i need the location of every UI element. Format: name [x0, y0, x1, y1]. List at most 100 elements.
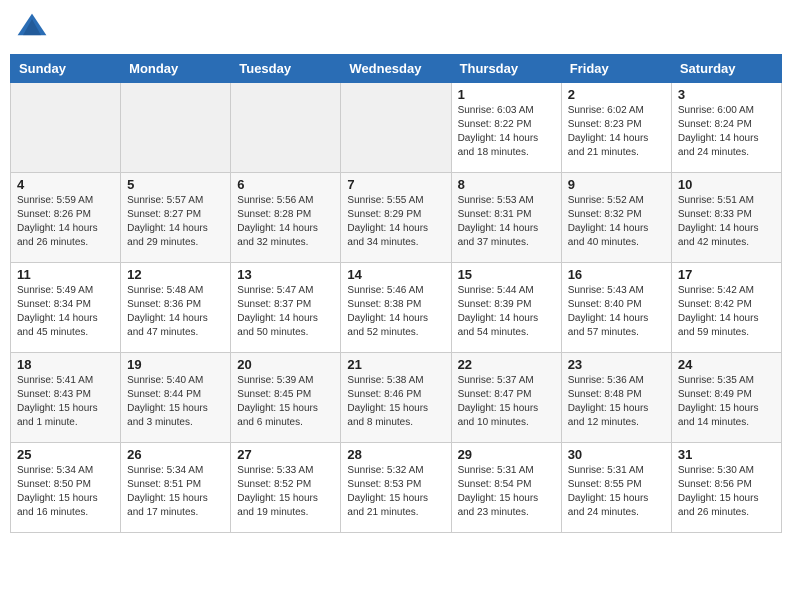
day-info: Sunrise: 5:35 AM Sunset: 8:49 PM Dayligh…	[678, 374, 775, 430]
weekday-header-monday: Monday	[121, 55, 231, 83]
day-number: 5	[127, 177, 224, 192]
day-info: Sunrise: 5:39 AM Sunset: 8:45 PM Dayligh…	[237, 374, 334, 430]
day-number: 15	[458, 267, 555, 282]
day-number: 26	[127, 447, 224, 462]
day-number: 9	[568, 177, 665, 192]
day-number: 11	[17, 267, 114, 282]
day-info: Sunrise: 5:32 AM Sunset: 8:53 PM Dayligh…	[347, 464, 444, 520]
day-info: Sunrise: 5:31 AM Sunset: 8:55 PM Dayligh…	[568, 464, 665, 520]
day-info: Sunrise: 5:51 AM Sunset: 8:33 PM Dayligh…	[678, 194, 775, 250]
day-info: Sunrise: 5:41 AM Sunset: 8:43 PM Dayligh…	[17, 374, 114, 430]
day-number: 1	[458, 87, 555, 102]
weekday-header-sunday: Sunday	[11, 55, 121, 83]
day-info: Sunrise: 5:49 AM Sunset: 8:34 PM Dayligh…	[17, 284, 114, 340]
calendar-cell	[231, 83, 341, 173]
calendar-cell: 11 Sunrise: 5:49 AM Sunset: 8:34 PM Dayli…	[11, 263, 121, 353]
calendar-cell: 13 Sunrise: 5:47 AM Sunset: 8:37 PM Dayli…	[231, 263, 341, 353]
logo	[14, 10, 54, 46]
weekday-header-wednesday: Wednesday	[341, 55, 451, 83]
calendar-cell: 18 Sunrise: 5:41 AM Sunset: 8:43 PM Dayli…	[11, 353, 121, 443]
weekday-header-friday: Friday	[561, 55, 671, 83]
weekday-header-thursday: Thursday	[451, 55, 561, 83]
calendar-cell: 30 Sunrise: 5:31 AM Sunset: 8:55 PM Dayli…	[561, 443, 671, 533]
day-number: 24	[678, 357, 775, 372]
day-info: Sunrise: 5:34 AM Sunset: 8:50 PM Dayligh…	[17, 464, 114, 520]
day-number: 30	[568, 447, 665, 462]
day-number: 8	[458, 177, 555, 192]
day-number: 28	[347, 447, 444, 462]
day-info: Sunrise: 5:33 AM Sunset: 8:52 PM Dayligh…	[237, 464, 334, 520]
calendar-cell: 7 Sunrise: 5:55 AM Sunset: 8:29 PM Daylig…	[341, 173, 451, 263]
calendar-cell: 5 Sunrise: 5:57 AM Sunset: 8:27 PM Daylig…	[121, 173, 231, 263]
day-info: Sunrise: 6:02 AM Sunset: 8:23 PM Dayligh…	[568, 104, 665, 160]
calendar-cell: 16 Sunrise: 5:43 AM Sunset: 8:40 PM Dayli…	[561, 263, 671, 353]
day-info: Sunrise: 5:40 AM Sunset: 8:44 PM Dayligh…	[127, 374, 224, 430]
day-info: Sunrise: 5:48 AM Sunset: 8:36 PM Dayligh…	[127, 284, 224, 340]
day-info: Sunrise: 5:53 AM Sunset: 8:31 PM Dayligh…	[458, 194, 555, 250]
day-info: Sunrise: 5:43 AM Sunset: 8:40 PM Dayligh…	[568, 284, 665, 340]
calendar-cell: 23 Sunrise: 5:36 AM Sunset: 8:48 PM Dayli…	[561, 353, 671, 443]
day-info: Sunrise: 5:36 AM Sunset: 8:48 PM Dayligh…	[568, 374, 665, 430]
day-number: 23	[568, 357, 665, 372]
day-info: Sunrise: 5:47 AM Sunset: 8:37 PM Dayligh…	[237, 284, 334, 340]
day-info: Sunrise: 5:55 AM Sunset: 8:29 PM Dayligh…	[347, 194, 444, 250]
calendar-table: SundayMondayTuesdayWednesdayThursdayFrid…	[10, 54, 782, 533]
logo-icon	[14, 10, 50, 46]
weekday-header-saturday: Saturday	[671, 55, 781, 83]
day-info: Sunrise: 6:00 AM Sunset: 8:24 PM Dayligh…	[678, 104, 775, 160]
weekday-header-tuesday: Tuesday	[231, 55, 341, 83]
calendar-cell: 3 Sunrise: 6:00 AM Sunset: 8:24 PM Daylig…	[671, 83, 781, 173]
calendar-cell: 22 Sunrise: 5:37 AM Sunset: 8:47 PM Dayli…	[451, 353, 561, 443]
calendar-cell: 29Sunrise: 5:31 AM Sunset: 8:54 PM Dayli…	[451, 443, 561, 533]
day-number: 31	[678, 447, 775, 462]
calendar-header: SundayMondayTuesdayWednesdayThursdayFrid…	[11, 55, 782, 83]
calendar-cell: 15 Sunrise: 5:44 AM Sunset: 8:39 PM Dayli…	[451, 263, 561, 353]
calendar-week-4: 18 Sunrise: 5:41 AM Sunset: 8:43 PM Dayli…	[11, 353, 782, 443]
calendar-cell	[121, 83, 231, 173]
day-number: 21	[347, 357, 444, 372]
day-info: Sunrise: 5:42 AM Sunset: 8:42 PM Dayligh…	[678, 284, 775, 340]
day-info: Sunrise: 5:44 AM Sunset: 8:39 PM Dayligh…	[458, 284, 555, 340]
calendar-week-3: 11 Sunrise: 5:49 AM Sunset: 8:34 PM Dayli…	[11, 263, 782, 353]
calendar-cell: 1 Sunrise: 6:03 AM Sunset: 8:22 PM Daylig…	[451, 83, 561, 173]
day-number: 22	[458, 357, 555, 372]
calendar-cell	[11, 83, 121, 173]
day-info: Sunrise: 5:37 AM Sunset: 8:47 PM Dayligh…	[458, 374, 555, 430]
day-info: Sunrise: 5:57 AM Sunset: 8:27 PM Dayligh…	[127, 194, 224, 250]
day-number: 3	[678, 87, 775, 102]
calendar-cell: 8 Sunrise: 5:53 AM Sunset: 8:31 PM Daylig…	[451, 173, 561, 263]
day-number: 7	[347, 177, 444, 192]
day-number: 10	[678, 177, 775, 192]
calendar-week-2: 4Sunrise: 5:59 AM Sunset: 8:26 PM Daylig…	[11, 173, 782, 263]
day-info: Sunrise: 5:34 AM Sunset: 8:51 PM Dayligh…	[127, 464, 224, 520]
calendar-cell: 9 Sunrise: 5:52 AM Sunset: 8:32 PM Daylig…	[561, 173, 671, 263]
calendar-cell: 28 Sunrise: 5:32 AM Sunset: 8:53 PM Dayli…	[341, 443, 451, 533]
calendar-cell: 17Sunrise: 5:42 AM Sunset: 8:42 PM Dayli…	[671, 263, 781, 353]
calendar-cell: 27 Sunrise: 5:33 AM Sunset: 8:52 PM Dayli…	[231, 443, 341, 533]
day-number: 2	[568, 87, 665, 102]
calendar-cell: 19 Sunrise: 5:40 AM Sunset: 8:44 PM Dayli…	[121, 353, 231, 443]
day-number: 13	[237, 267, 334, 282]
calendar-cell: 10 Sunrise: 5:51 AM Sunset: 8:33 PM Dayli…	[671, 173, 781, 263]
day-info: Sunrise: 5:38 AM Sunset: 8:46 PM Dayligh…	[347, 374, 444, 430]
day-number: 27	[237, 447, 334, 462]
calendar-cell: 20 Sunrise: 5:39 AM Sunset: 8:45 PM Dayli…	[231, 353, 341, 443]
day-info: Sunrise: 5:56 AM Sunset: 8:28 PM Dayligh…	[237, 194, 334, 250]
calendar-cell: 31 Sunrise: 5:30 AM Sunset: 8:56 PM Dayli…	[671, 443, 781, 533]
day-info: Sunrise: 5:52 AM Sunset: 8:32 PM Dayligh…	[568, 194, 665, 250]
calendar-cell: 24 Sunrise: 5:35 AM Sunset: 8:49 PM Dayli…	[671, 353, 781, 443]
calendar-cell: 14Sunrise: 5:46 AM Sunset: 8:38 PM Dayli…	[341, 263, 451, 353]
calendar-cell: 4Sunrise: 5:59 AM Sunset: 8:26 PM Daylig…	[11, 173, 121, 263]
calendar-cell: 21 Sunrise: 5:38 AM Sunset: 8:46 PM Dayli…	[341, 353, 451, 443]
day-info: Sunrise: 6:03 AM Sunset: 8:22 PM Dayligh…	[458, 104, 555, 160]
day-info: Sunrise: 5:30 AM Sunset: 8:56 PM Dayligh…	[678, 464, 775, 520]
day-number: 16	[568, 267, 665, 282]
calendar-week-1: 1 Sunrise: 6:03 AM Sunset: 8:22 PM Daylig…	[11, 83, 782, 173]
day-number: 6	[237, 177, 334, 192]
day-number: 19	[127, 357, 224, 372]
calendar-cell: 25Sunrise: 5:34 AM Sunset: 8:50 PM Dayli…	[11, 443, 121, 533]
day-number: 12	[127, 267, 224, 282]
calendar-week-5: 25Sunrise: 5:34 AM Sunset: 8:50 PM Dayli…	[11, 443, 782, 533]
day-number: 20	[237, 357, 334, 372]
day-number: 18	[17, 357, 114, 372]
